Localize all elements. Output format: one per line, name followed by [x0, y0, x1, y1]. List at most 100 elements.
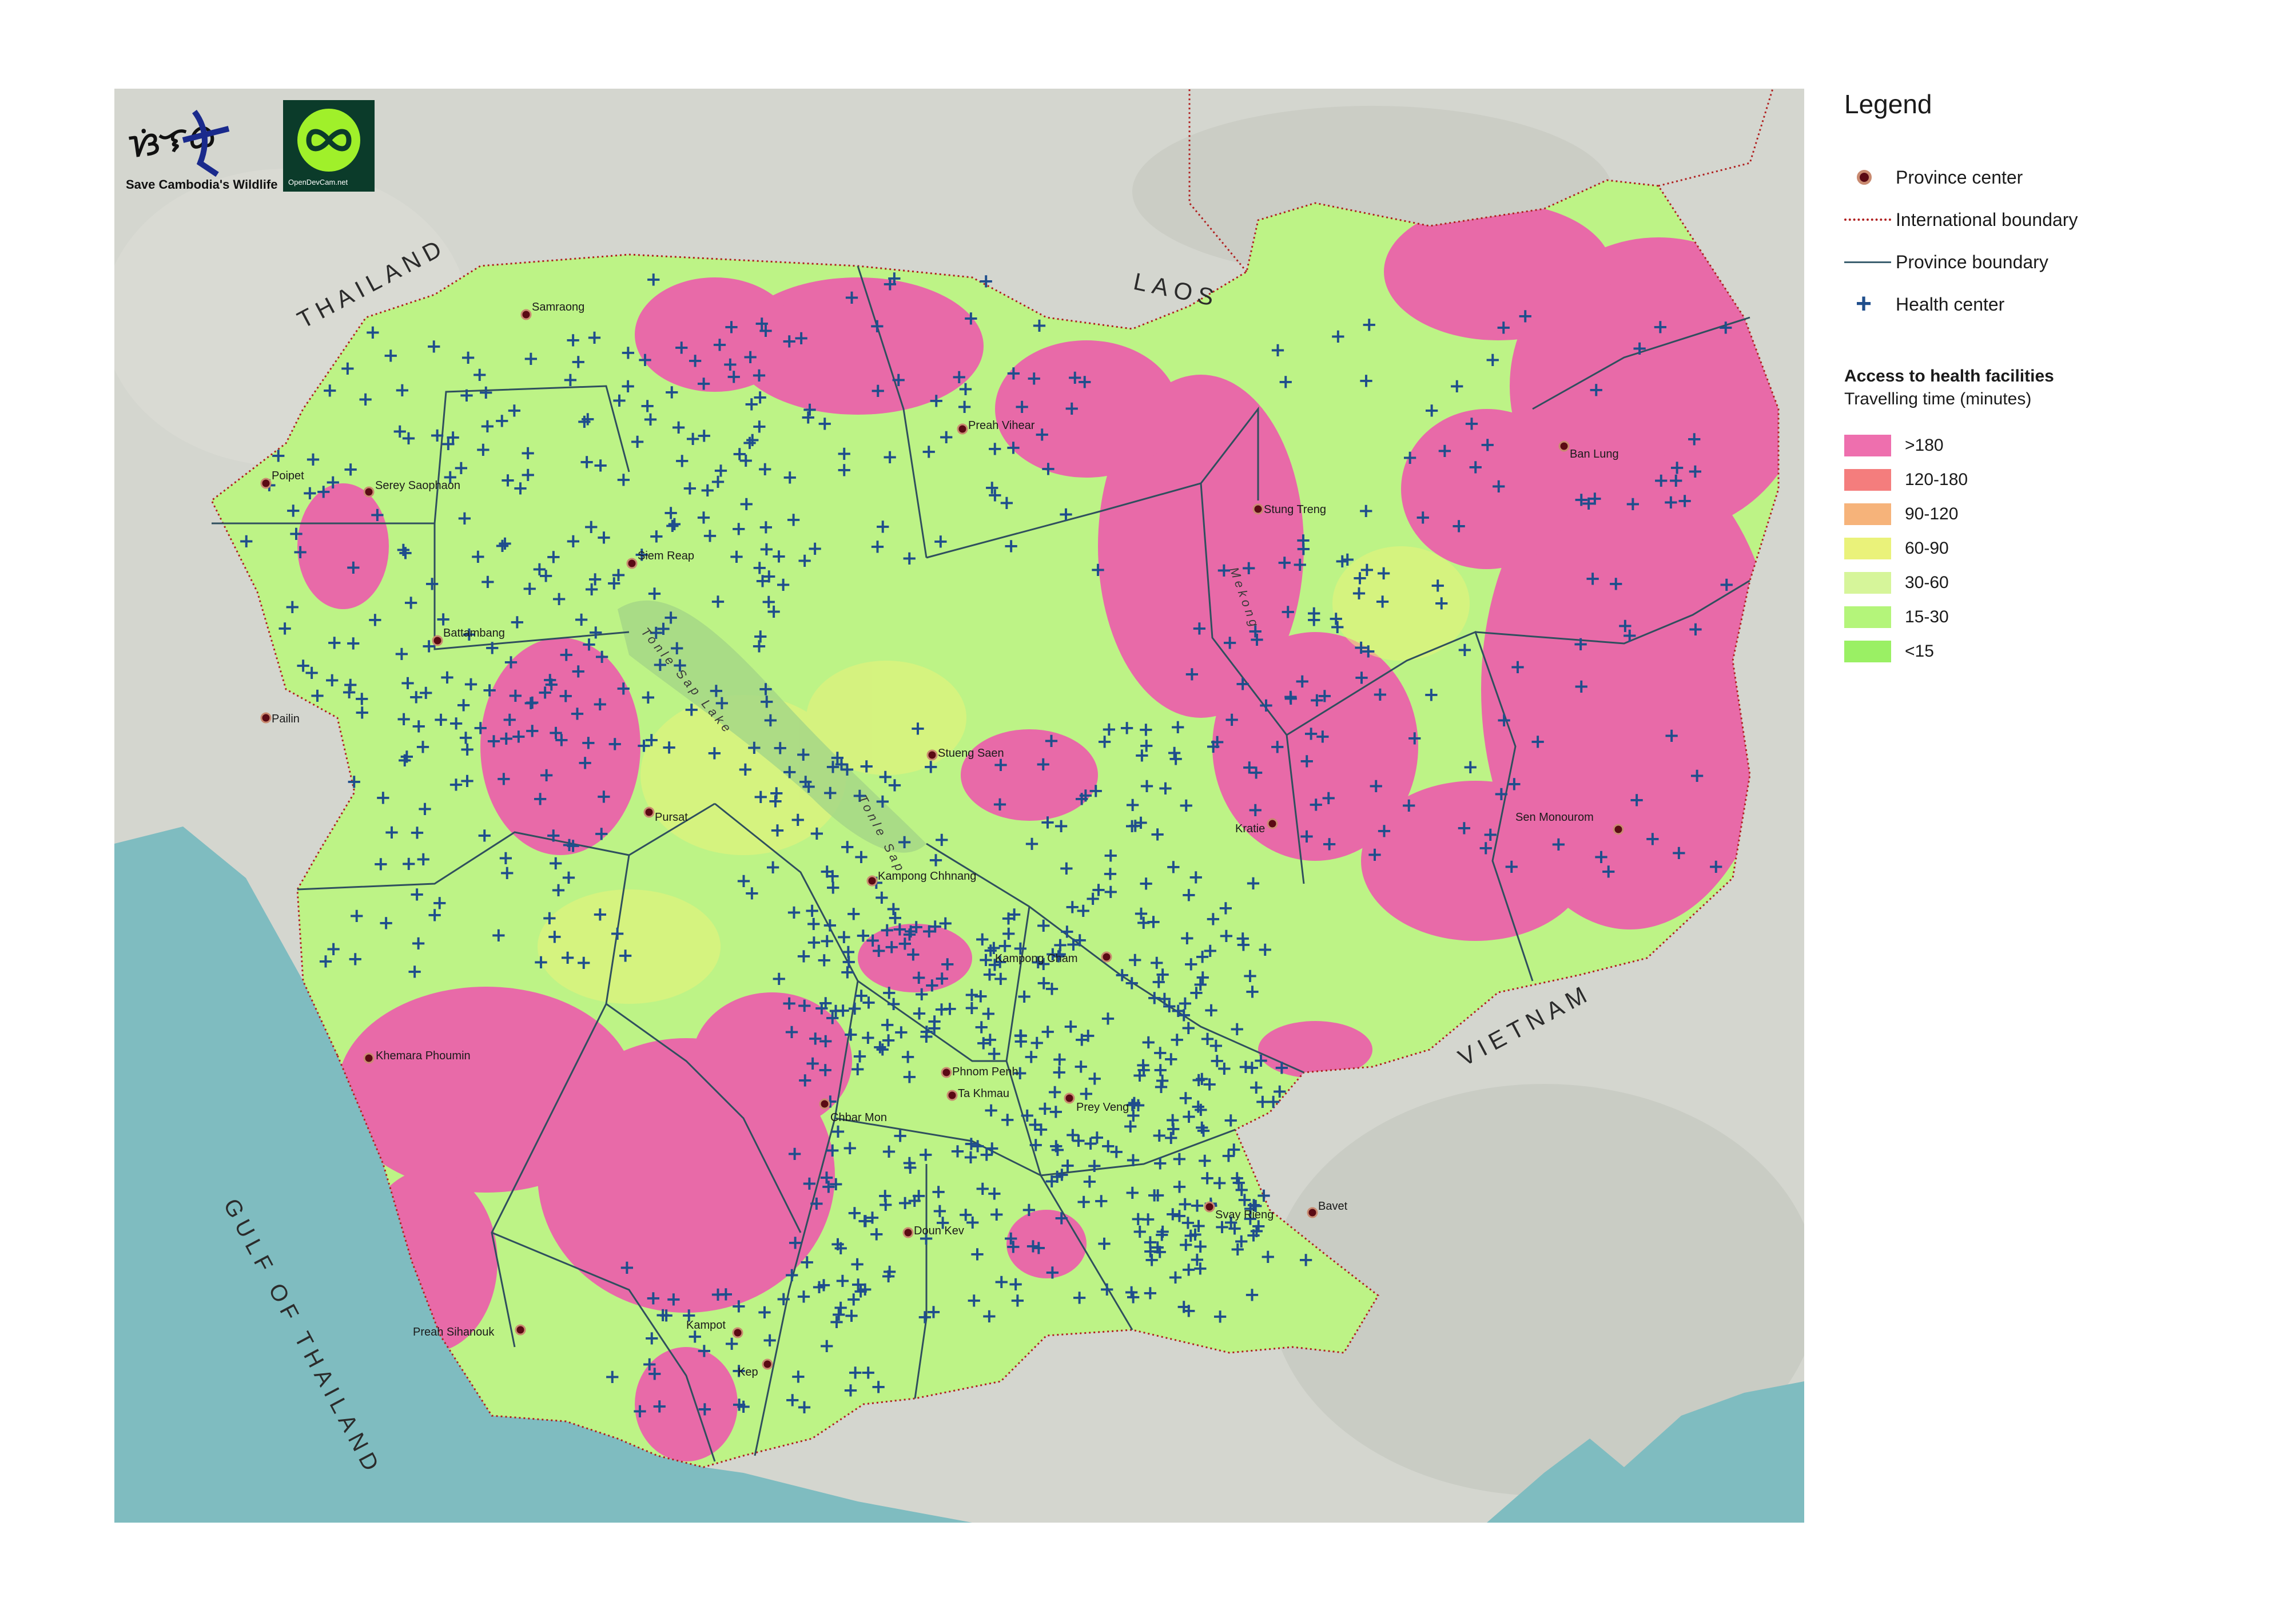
health-center-marker: + [702, 525, 718, 547]
health-center-marker: + [697, 1397, 713, 1420]
access-subtitle: Travelling time (minutes) [1844, 390, 2032, 408]
health-center-marker: + [587, 567, 603, 590]
label-preah-sihanouk: Preah Sihanouk [413, 1326, 495, 1338]
health-center-marker: + [1048, 1100, 1064, 1123]
health-center-marker: + [664, 381, 681, 404]
health-center-marker: + [1005, 436, 1022, 459]
health-center-marker: + [1191, 617, 1208, 639]
label-svay-rieng: Svay Rieng [1215, 1209, 1274, 1221]
health-center-marker: + [807, 1027, 824, 1050]
health-center-marker: + [322, 379, 339, 402]
health-center-marker: + [369, 503, 386, 526]
province-center-dot [363, 486, 375, 498]
province-center-dot [520, 309, 532, 320]
health-center-marker: + [346, 770, 363, 793]
health-center-marker: + [445, 426, 461, 448]
health-center-marker: + [491, 924, 507, 947]
class-label: <15 [1905, 642, 1934, 661]
health-center-marker: + [822, 914, 838, 937]
province-center-dot [946, 1090, 958, 1101]
health-center-marker: + [857, 1210, 874, 1233]
health-center-marker: + [1358, 499, 1374, 522]
label-khemara-phoumin: Khemara Phoumin [376, 1050, 471, 1062]
health-center-marker: + [881, 1260, 898, 1283]
health-center-marker: + [1124, 971, 1140, 994]
health-center-marker: + [482, 678, 498, 701]
label-kratie: Kratie [1235, 823, 1265, 835]
health-center-marker: + [523, 692, 539, 714]
health-center-marker: + [1025, 1235, 1041, 1258]
health-center-marker: + [930, 1180, 947, 1203]
health-center-marker: + [661, 736, 678, 758]
health-center-marker: + [575, 951, 591, 974]
health-center-marker: + [348, 904, 365, 927]
health-center-marker: + [1035, 914, 1052, 937]
health-center-marker: + [1188, 866, 1204, 889]
health-center-marker: + [500, 468, 516, 491]
health-center-marker: + [874, 886, 890, 909]
health-center-marker: + [345, 556, 362, 579]
health-center-marker: + [784, 1264, 801, 1286]
health-center-marker: + [478, 381, 495, 404]
health-center-marker: + [771, 545, 787, 567]
health-center-marker: + [987, 437, 1004, 460]
health-center-marker: + [484, 636, 500, 659]
health-center-marker: + [479, 415, 496, 438]
health-center-marker: + [850, 1273, 866, 1296]
health-center-marker: + [790, 1365, 807, 1388]
health-center-marker: + [800, 406, 817, 429]
health-center-marker: + [520, 442, 536, 464]
health-center-marker: + [1153, 1075, 1169, 1098]
health-center-marker: + [617, 944, 634, 967]
health-center-marker: + [1241, 756, 1258, 779]
health-center-marker: + [966, 1289, 982, 1312]
access-title: Access to health facilities [1844, 367, 2054, 386]
legend-province-center-label: Province center [1896, 166, 2023, 188]
health-center-marker: + [610, 563, 627, 586]
health-center-marker: + [1360, 640, 1376, 663]
health-center-marker: + [981, 1305, 998, 1328]
health-center-marker: + [839, 836, 856, 859]
health-center-marker: + [938, 426, 954, 448]
health-center-marker: + [1149, 1184, 1166, 1207]
health-center-marker: + [1321, 833, 1338, 856]
health-center-marker: + [762, 709, 779, 732]
health-center-marker: + [882, 446, 898, 468]
health-center-marker: + [1330, 325, 1347, 348]
health-center-marker: + [1065, 1123, 1081, 1146]
health-center-marker: + [1585, 567, 1601, 590]
health-center-marker: + [1573, 633, 1589, 655]
health-center-marker: + [1088, 780, 1104, 802]
label-ta-khmau: Ta Khmau [958, 1087, 1009, 1100]
health-center-marker: + [1299, 825, 1315, 848]
health-center-marker: + [869, 535, 886, 558]
health-center-marker: + [424, 572, 440, 595]
health-center-marker: + [1244, 1284, 1260, 1306]
health-center-marker: + [1374, 590, 1391, 613]
health-center-marker: + [1247, 798, 1264, 821]
health-center-marker: + [532, 787, 548, 810]
health-center-marker: + [1316, 685, 1333, 708]
health-center-marker: + [1133, 811, 1149, 834]
health-center-marker: + [429, 424, 445, 447]
health-center-marker: + [1195, 1119, 1212, 1142]
health-center-marker: + [801, 775, 817, 798]
health-center-marker: + [978, 269, 994, 292]
health-center-marker: + [786, 901, 802, 924]
health-center-marker: + [476, 824, 493, 847]
health-center-marker: + [309, 684, 326, 707]
health-center-marker: + [288, 522, 305, 545]
health-center-marker: + [1000, 1108, 1016, 1131]
health-center-symbol: + [1856, 289, 1872, 319]
health-center-marker: + [1587, 487, 1603, 510]
health-center-marker: + [738, 492, 755, 515]
health-center-marker: + [1671, 841, 1688, 864]
health-center-marker: + [695, 372, 712, 395]
health-center-marker: + [1244, 1056, 1260, 1079]
health-center-marker: + [637, 348, 654, 371]
health-center-marker: + [373, 853, 389, 876]
health-center-marker: + [1064, 397, 1080, 420]
health-center-marker: + [417, 681, 434, 704]
health-center-marker: + [546, 824, 562, 847]
health-center-marker: + [579, 451, 595, 474]
